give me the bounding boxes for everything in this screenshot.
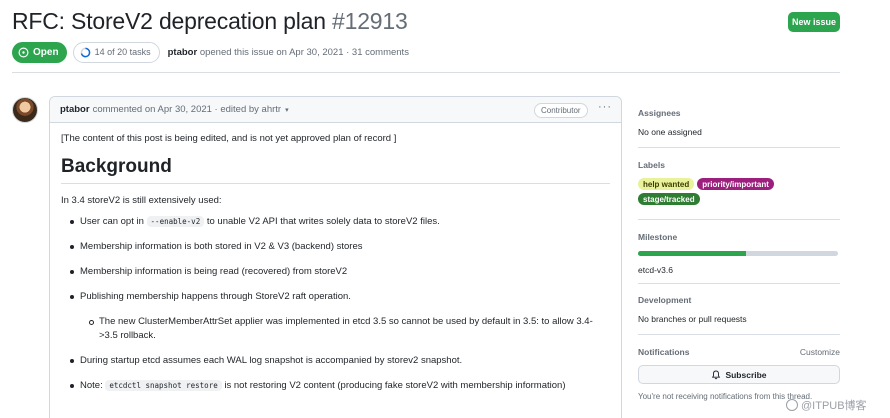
list-item: Note: etcdctl snapshot restore is not re… bbox=[61, 379, 610, 393]
inline-code: etcdctl snapshot restore bbox=[105, 380, 222, 391]
section-heading: Background bbox=[61, 156, 610, 184]
label-help-wanted[interactable]: help wanted bbox=[638, 178, 695, 190]
watermark: @ITPUB博客 bbox=[786, 397, 867, 413]
watermark-logo-icon bbox=[786, 399, 798, 411]
subscribe-button[interactable]: Subscribe bbox=[638, 365, 840, 384]
intro-text: In 3.4 storeV2 is still extensively used… bbox=[61, 195, 222, 206]
development-section: Development No branches or pull requests bbox=[638, 295, 840, 324]
bullet-list: User can opt in --enable-v2 to unable V2… bbox=[61, 215, 610, 393]
issue-meta: Open 14 of 20 tasks ptabor opened this i… bbox=[12, 41, 409, 63]
sidebar-divider bbox=[638, 334, 840, 335]
status-text: Open bbox=[33, 46, 59, 58]
opened-text: opened this issue on Apr 30, 2021 · 31 c… bbox=[199, 46, 409, 58]
milestone-section: Milestone etcd-v3.6 bbox=[638, 232, 840, 275]
new-issue-button[interactable]: New issue bbox=[788, 12, 840, 32]
watermark-text: @ITPUB博客 bbox=[801, 400, 867, 412]
issue-title: RFC: StoreV2 deprecation plan #12913 bbox=[12, 8, 408, 35]
labels-title[interactable]: Labels bbox=[638, 160, 840, 170]
label-stage-tracked[interactable]: stage/tracked bbox=[638, 193, 700, 205]
avatar[interactable] bbox=[12, 97, 38, 123]
list-item: Publishing membership happens through St… bbox=[61, 290, 610, 304]
inline-code: --enable-v2 bbox=[146, 216, 205, 227]
opened-info: ptabor opened this issue on Apr 30, 2021… bbox=[168, 47, 409, 58]
labels-section: Labels help wanted priority/important st… bbox=[638, 160, 840, 205]
sidebar-divider bbox=[638, 283, 840, 284]
milestone-title[interactable]: Milestone bbox=[638, 232, 840, 242]
list-item: User can opt in --enable-v2 to unable V2… bbox=[61, 215, 610, 229]
issue-author-link[interactable]: ptabor bbox=[168, 47, 198, 58]
contributor-badge: Contributor bbox=[534, 103, 588, 118]
tasks-text: 14 of 20 tasks bbox=[94, 47, 151, 57]
milestone-progress-bar bbox=[638, 251, 838, 256]
kebab-menu-icon[interactable]: ··· bbox=[598, 101, 612, 113]
issue-open-icon bbox=[18, 47, 29, 57]
issue-title-text: RFC: StoreV2 deprecation plan bbox=[12, 8, 326, 34]
comment-header: ptabor commented on Apr 30, 2021 · edite… bbox=[50, 97, 621, 123]
edit-history-caret-icon[interactable]: ▾ bbox=[285, 106, 289, 114]
milestone-progress-fill bbox=[638, 251, 746, 256]
edit-note: [The content of this post is being edite… bbox=[61, 133, 397, 144]
tasks-progress[interactable]: 14 of 20 tasks bbox=[72, 41, 160, 63]
bell-icon bbox=[712, 370, 721, 379]
comment-meta: commented on Apr 30, 2021 · edited by ah… bbox=[92, 104, 282, 115]
list-item: Membership information is both stored in… bbox=[61, 240, 610, 254]
sidebar-divider bbox=[638, 147, 840, 148]
comment-body: [The content of this post is being edite… bbox=[50, 123, 621, 414]
labels-list: help wanted priority/important stage/tra… bbox=[638, 178, 798, 205]
subscribe-label: Subscribe bbox=[725, 369, 767, 380]
list-subitem: The new ClusterMemberAttrSet applier was… bbox=[61, 315, 610, 343]
progress-ring-icon bbox=[80, 47, 90, 57]
development-value: No branches or pull requests bbox=[638, 314, 747, 324]
list-item: Membership information is being read (re… bbox=[61, 265, 610, 279]
comment-author-link[interactable]: ptabor bbox=[60, 104, 90, 115]
label-priority-important[interactable]: priority/important bbox=[697, 178, 774, 190]
milestone-value[interactable]: etcd-v3.6 bbox=[638, 265, 840, 275]
assignees-value: No one assigned bbox=[638, 127, 702, 137]
development-title[interactable]: Development bbox=[638, 295, 840, 305]
issue-number: #12913 bbox=[332, 8, 408, 34]
notifications-section: Notifications Customize Subscribe You're… bbox=[638, 347, 840, 401]
issue-comment: ptabor commented on Apr 30, 2021 · edite… bbox=[49, 96, 622, 418]
sidebar-divider bbox=[638, 219, 840, 220]
assignees-section: Assignees No one assigned bbox=[638, 108, 840, 137]
status-badge: Open bbox=[12, 41, 67, 63]
header-divider bbox=[12, 72, 840, 73]
customize-link[interactable]: Customize bbox=[800, 347, 840, 357]
assignees-title[interactable]: Assignees bbox=[638, 108, 840, 118]
list-item: During startup etcd assumes each WAL log… bbox=[61, 354, 610, 368]
